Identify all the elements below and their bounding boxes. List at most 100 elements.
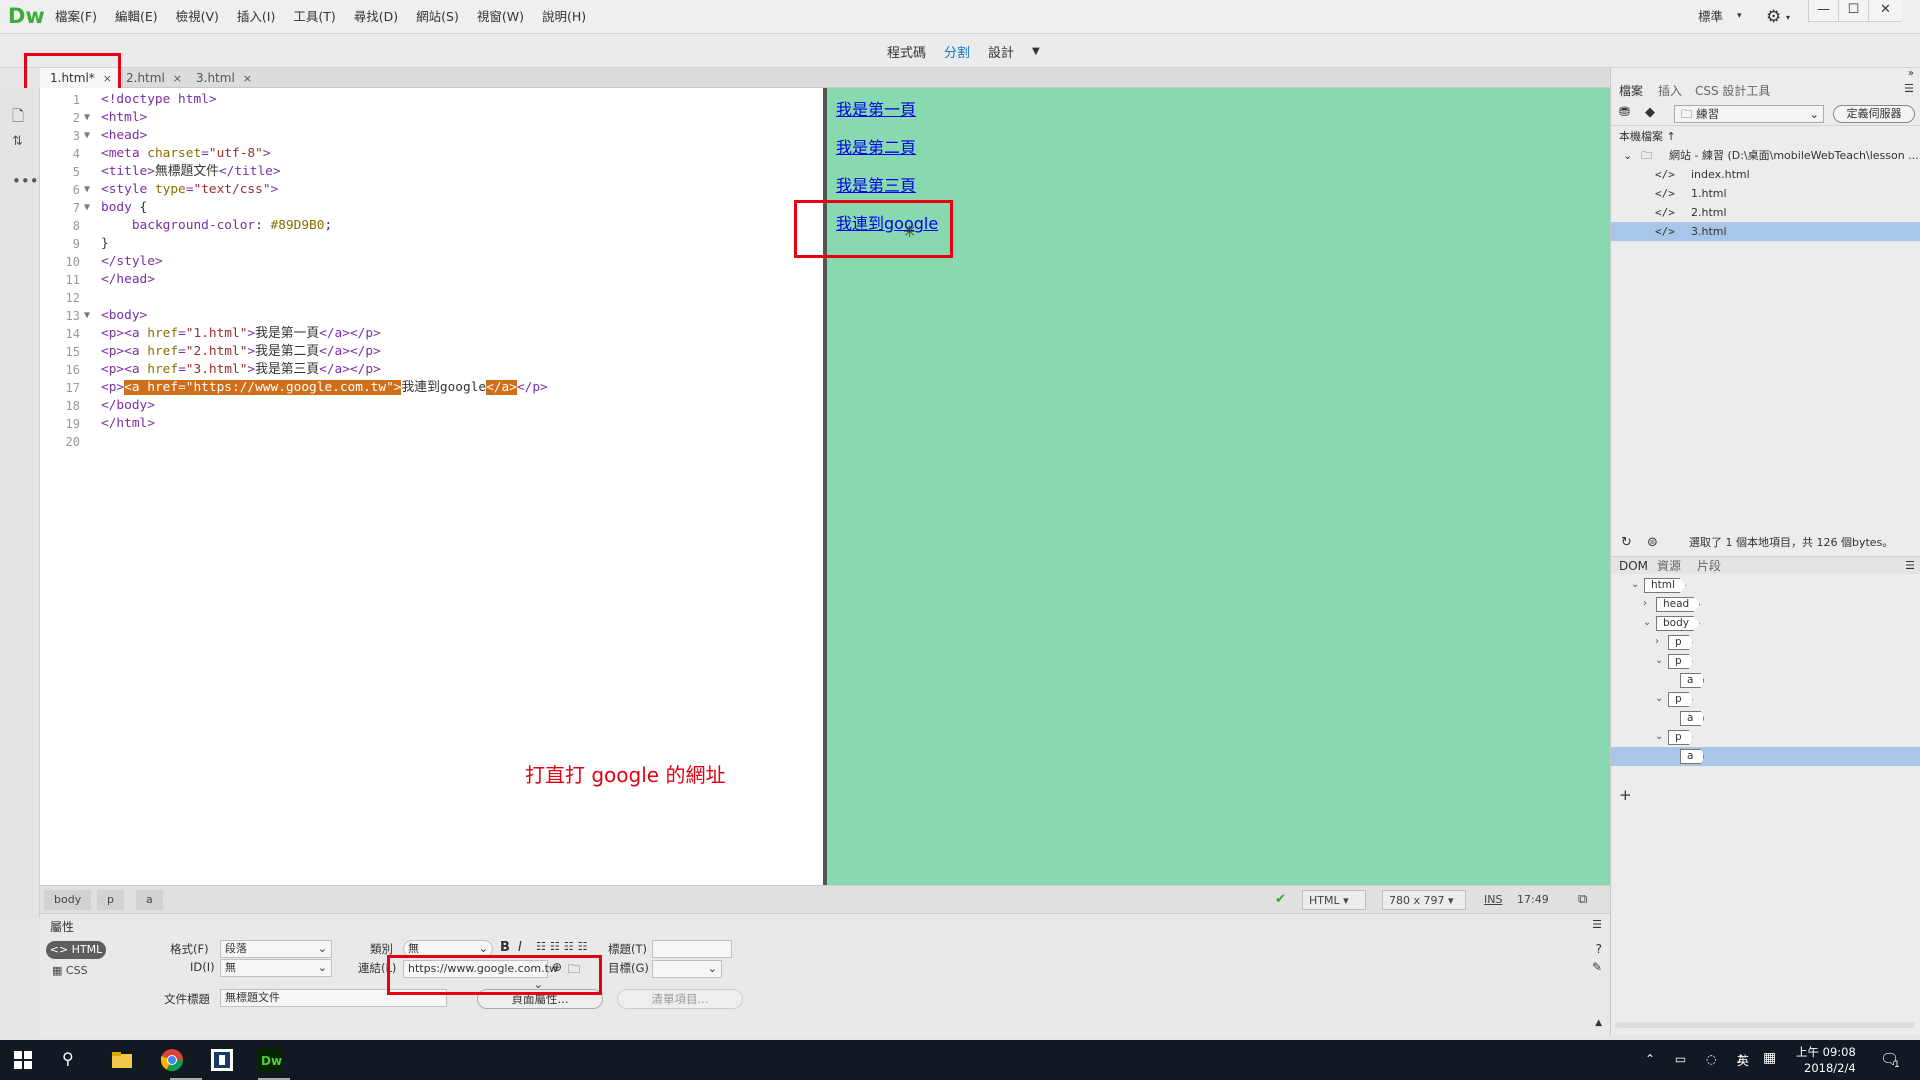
tray-icons[interactable]: ⌃ ▭ ◌ ♪ <box>1645 1052 1752 1066</box>
breadcrumb-a[interactable]: a <box>136 890 163 910</box>
dom-tag-a[interactable]: a <box>1680 711 1705 726</box>
fold-icon[interactable]: ▼ <box>84 199 90 217</box>
define-server-button[interactable]: 定義伺服器 <box>1833 105 1915 123</box>
dom-tag-body[interactable]: body <box>1656 616 1700 631</box>
dom-node-row[interactable]: ⌄ html <box>1611 576 1920 595</box>
menu-icon[interactable]: ☰ <box>1904 82 1914 95</box>
menu-tools[interactable]: 工具(T) <box>284 0 344 34</box>
menu-file[interactable]: 檔案(F) <box>46 0 106 34</box>
chevron-right-icon[interactable]: › <box>1643 598 1647 609</box>
dom-node-row[interactable]: ⌄ p <box>1611 728 1920 747</box>
chevron-down-icon[interactable]: ⌄ <box>1655 693 1663 704</box>
dom-tag-p[interactable]: p <box>1668 635 1693 650</box>
tab-assets[interactable]: 資源 <box>1657 557 1681 575</box>
breadcrumb-p[interactable]: p <box>97 890 124 910</box>
window-size-select[interactable]: 780 x 797 ▾ <box>1382 890 1466 910</box>
chevron-down-icon[interactable]: ⌄ <box>1631 579 1639 590</box>
title-input[interactable] <box>652 940 732 958</box>
dom-node-row[interactable]: › head <box>1611 595 1920 614</box>
app-icon[interactable] <box>210 1048 234 1072</box>
code-view[interactable]: 1 <!doctype html> 2 ▼ <html> 3 ▼ <head> 4 <met… <box>40 88 823 885</box>
link-page-3[interactable]: 我是第三頁 <box>836 172 916 196</box>
chevron-down-icon[interactable]: ⌄ <box>1655 655 1663 666</box>
menu-site[interactable]: 網站(S) <box>407 0 468 34</box>
code-line[interactable]: <p><a href="1.html">我是第一頁</a></p> <box>101 325 381 343</box>
code-line[interactable]: <style type="text/css"> <box>101 181 278 199</box>
dom-tag-p[interactable]: p <box>1668 692 1693 707</box>
code-line[interactable]: <p><a href="2.html">我是第二頁</a></p> <box>101 343 381 361</box>
close-icon[interactable]: × <box>173 72 182 85</box>
split-view-button[interactable]: 分割 <box>935 42 979 61</box>
edit-icon[interactable]: ✎ <box>1592 960 1602 974</box>
chevron-down-icon[interactable]: ▼ <box>1023 46 1049 57</box>
more-icon[interactable]: ••• <box>12 172 39 190</box>
list-format-icons[interactable]: ☷☷☷☷ <box>536 940 591 953</box>
close-button[interactable]: ✕ <box>1868 0 1902 22</box>
tab-snippets[interactable]: 片段 <box>1697 557 1721 575</box>
target-select[interactable]: ⌄ <box>652 960 722 978</box>
format-select[interactable]: 段落 ⌄ <box>220 940 332 958</box>
chevron-down-icon[interactable]: ▾ <box>1786 13 1790 22</box>
dom-tag-p[interactable]: p <box>1668 654 1693 669</box>
menu-find[interactable]: 尋找(D) <box>345 0 407 34</box>
ime-indicator[interactable]: 英 <box>1737 1052 1749 1069</box>
log-icon[interactable]: ⊜ <box>1647 532 1658 554</box>
refresh-icon[interactable]: ↻ <box>1621 532 1632 554</box>
chevron-down-icon[interactable]: ▾ <box>1737 11 1742 21</box>
code-line[interactable]: <head> <box>101 127 147 145</box>
git-icon[interactable]: ◆ <box>1645 105 1655 120</box>
dom-tag-a[interactable]: a <box>1680 749 1705 764</box>
gear-icon[interactable]: ⚙ <box>1766 7 1781 27</box>
dom-node-row[interactable]: › p <box>1611 633 1920 652</box>
dreamweaver-icon[interactable]: Dw <box>258 1048 282 1072</box>
file-explorer-icon[interactable] <box>110 1048 134 1072</box>
search-icon[interactable]: ⚲ <box>62 1049 74 1068</box>
code-line[interactable]: <p><a href="https://www.google.com.tw">我… <box>101 379 548 397</box>
dom-tag-p[interactable]: p <box>1668 730 1693 745</box>
code-line[interactable]: <p><a href="3.html">我是第三頁</a></p> <box>101 361 381 379</box>
dom-tag-html[interactable]: html <box>1644 578 1686 593</box>
design-view-button[interactable]: 設計 <box>979 42 1023 61</box>
dom-node-row[interactable]: ⌄ p <box>1611 690 1920 709</box>
tab-files[interactable]: 檔案 <box>1619 82 1643 100</box>
dom-node-row[interactable]: a <box>1611 709 1920 728</box>
dom-tag-head[interactable]: head <box>1656 597 1701 612</box>
doctype-select[interactable]: HTML ▾ <box>1302 890 1366 910</box>
collapse-icon[interactable]: ▲ <box>1595 1018 1602 1028</box>
menu-view[interactable]: 檢視(V) <box>167 0 228 34</box>
link-page-2[interactable]: 我是第二頁 <box>836 134 916 158</box>
tab-css-designer[interactable]: CSS 設計工具 <box>1695 82 1770 100</box>
tab-3-html[interactable]: 3.html × <box>186 68 262 88</box>
dom-node-row[interactable]: ⌄ body <box>1611 614 1920 633</box>
menu-icon[interactable]: ☰ <box>1905 559 1915 572</box>
clock-date[interactable]: 2018/2/4 <box>1804 1061 1856 1075</box>
menu-window[interactable]: 視窗(W) <box>468 0 533 34</box>
dom-node-row[interactable]: a <box>1611 671 1920 690</box>
local-files-header[interactable]: 本機檔案 ↑ <box>1611 127 1920 146</box>
dom-tag-a[interactable]: a <box>1680 673 1705 688</box>
fold-icon[interactable]: ▼ <box>84 307 90 325</box>
code-line[interactable]: <meta charset="utf-8"> <box>101 145 271 163</box>
file-row[interactable]: </> index.html <box>1611 165 1920 184</box>
menu-icon[interactable]: ☰ <box>1592 918 1602 931</box>
windows-start-icon[interactable] <box>14 1051 32 1069</box>
tab-2-html[interactable]: 2.html × <box>116 68 192 88</box>
code-line[interactable]: } <box>101 235 109 253</box>
code-line[interactable]: <title>無標題文件</title> <box>101 163 281 181</box>
dom-node-row[interactable]: ⌄ p <box>1611 652 1920 671</box>
live-view-icon[interactable]: ⧉ <box>1578 890 1587 910</box>
html-mode-button[interactable]: <> HTML <box>46 941 106 959</box>
insert-mode[interactable]: INS <box>1484 890 1502 910</box>
tab-insert[interactable]: 插入 <box>1658 82 1682 100</box>
chevron-down-icon[interactable]: ⌄ <box>1643 617 1651 628</box>
maximize-button[interactable]: ☐ <box>1838 0 1868 22</box>
fold-icon[interactable]: ▼ <box>84 127 90 145</box>
help-icon[interactable]: ? <box>1596 942 1602 956</box>
code-line[interactable]: </body> <box>101 397 155 415</box>
site-root[interactable]: ⌄ 🗀 網站 - 練習 (D:\桌面\mobileWebTeach\lesson… <box>1611 146 1920 165</box>
code-line[interactable]: body { <box>101 199 147 217</box>
code-line[interactable]: <body> <box>101 307 147 325</box>
menu-edit[interactable]: 編輯(E) <box>106 0 167 34</box>
fold-icon[interactable]: ▼ <box>84 109 90 127</box>
italic-button[interactable]: I <box>518 940 522 955</box>
